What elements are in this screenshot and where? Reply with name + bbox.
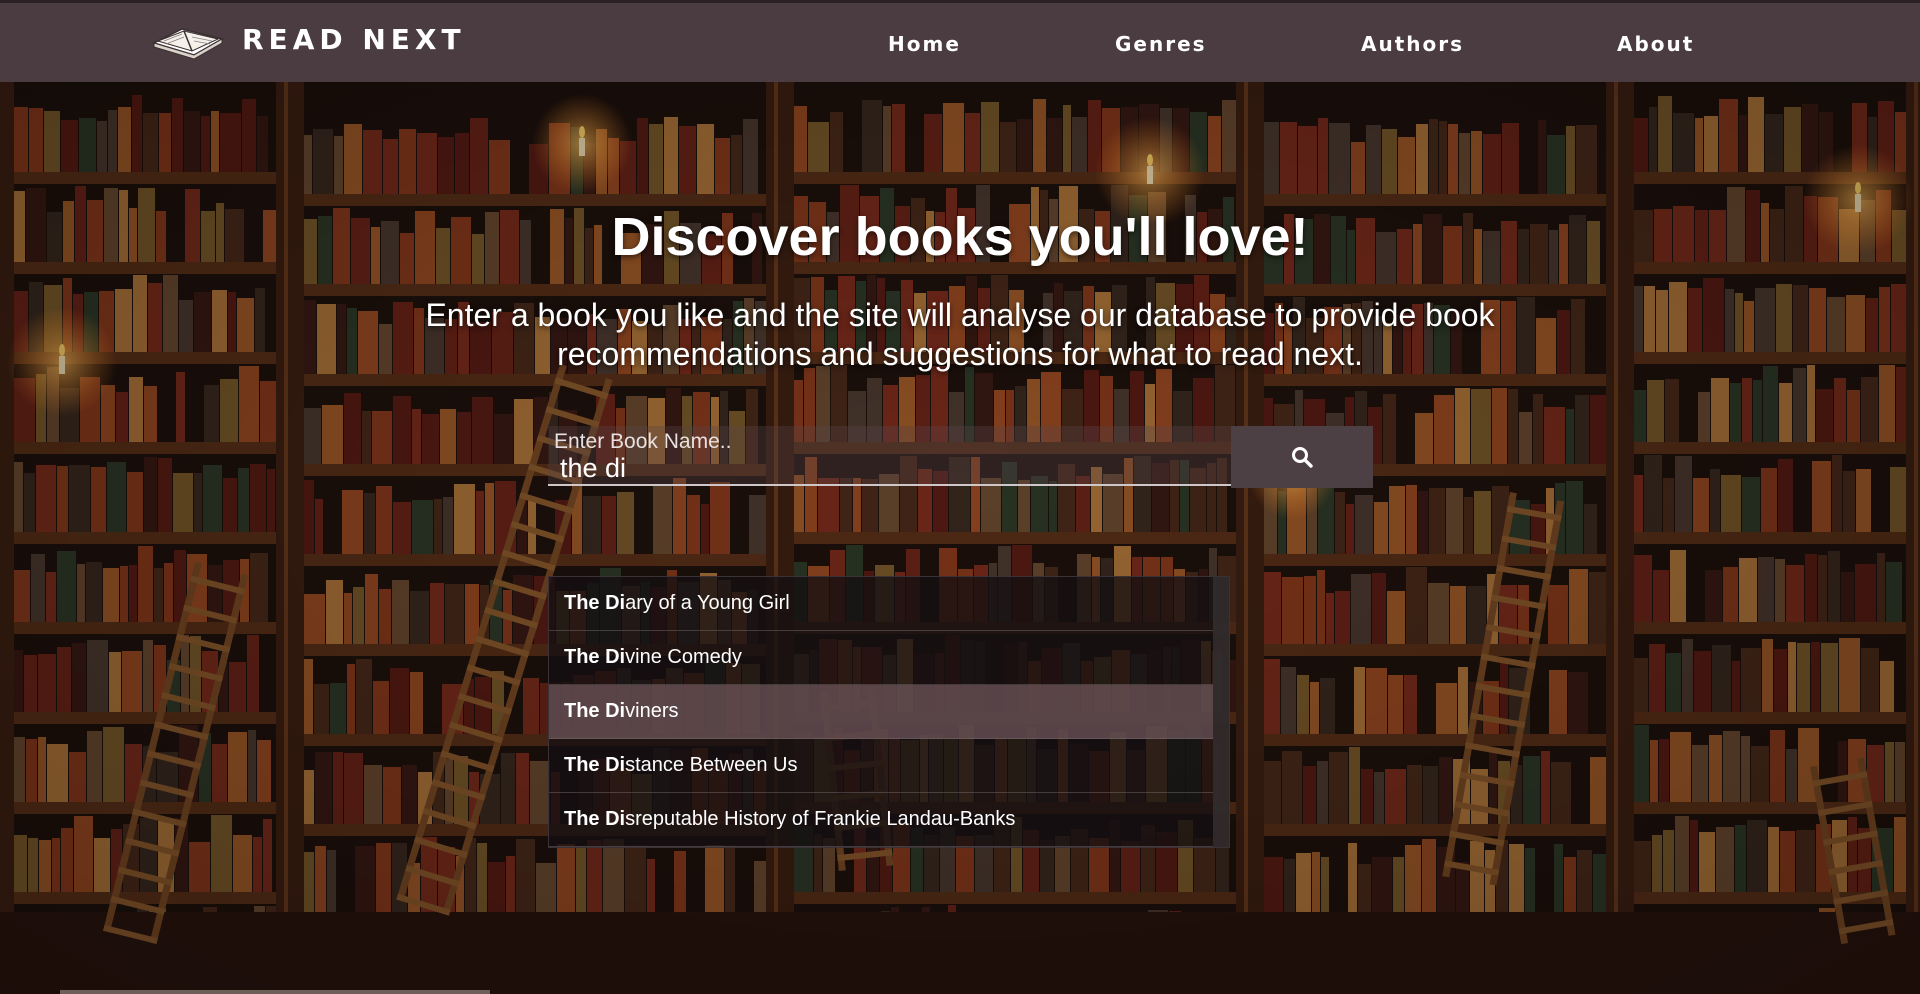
- search-button[interactable]: [1231, 426, 1373, 488]
- suggestion-item[interactable]: The Di vine Comedy: [549, 631, 1213, 685]
- search-icon: [1292, 447, 1313, 468]
- suggestion-match: The Di: [564, 646, 626, 668]
- nav-link-home[interactable]: Home: [888, 32, 961, 56]
- suggestion-item[interactable]: The Di sreputable History of Frankie Land…: [549, 793, 1213, 847]
- nav-link-authors[interactable]: Authors: [1361, 32, 1464, 56]
- suggestion-item-active[interactable]: The Di viners: [549, 685, 1213, 739]
- suggestion-match: The Di: [564, 808, 626, 830]
- suggestion-match: The Di: [564, 754, 626, 776]
- suggestion-match: The Di: [564, 700, 626, 722]
- search-field[interactable]: Enter Book Name..: [548, 426, 1232, 486]
- suggestion-match: The Di: [564, 592, 626, 614]
- suggestion-rest: ary of a Young Girl: [625, 592, 790, 614]
- nav-link-genres[interactable]: Genres: [1115, 32, 1207, 56]
- suggestion-rest: viners: [625, 700, 679, 722]
- suggestion-rest: stance Between Us: [625, 754, 798, 776]
- suggestion-item[interactable]: The Di ary of a Young Girl: [549, 577, 1213, 631]
- suggestion-rest: sreputable History of Frankie Landau-Ban…: [625, 808, 1016, 830]
- hero-title: Discover books you'll love!: [611, 207, 1309, 267]
- divider: [60, 990, 490, 994]
- brand-name: READ NEXT: [242, 22, 466, 56]
- nav-link-about[interactable]: About: [1617, 32, 1694, 56]
- search-label: Enter Book Name..: [554, 430, 732, 453]
- autocomplete-scrollbar[interactable]: [1213, 577, 1229, 847]
- suggestion-item[interactable]: The Di stance Between Us: [549, 739, 1213, 793]
- navbar: READ NEXT Home Genres Authors About: [0, 0, 1920, 82]
- hero-subtitle: Enter a book you like and the site will …: [425, 297, 1495, 372]
- brand-logo[interactable]: READ NEXT: [148, 17, 466, 61]
- suggestion-rest: vine Comedy: [625, 646, 742, 668]
- open-book-icon: [151, 28, 224, 60]
- search-input[interactable]: [548, 452, 1232, 484]
- autocomplete-list: The Di ary of a Young Girl The Di vine Com…: [548, 576, 1230, 848]
